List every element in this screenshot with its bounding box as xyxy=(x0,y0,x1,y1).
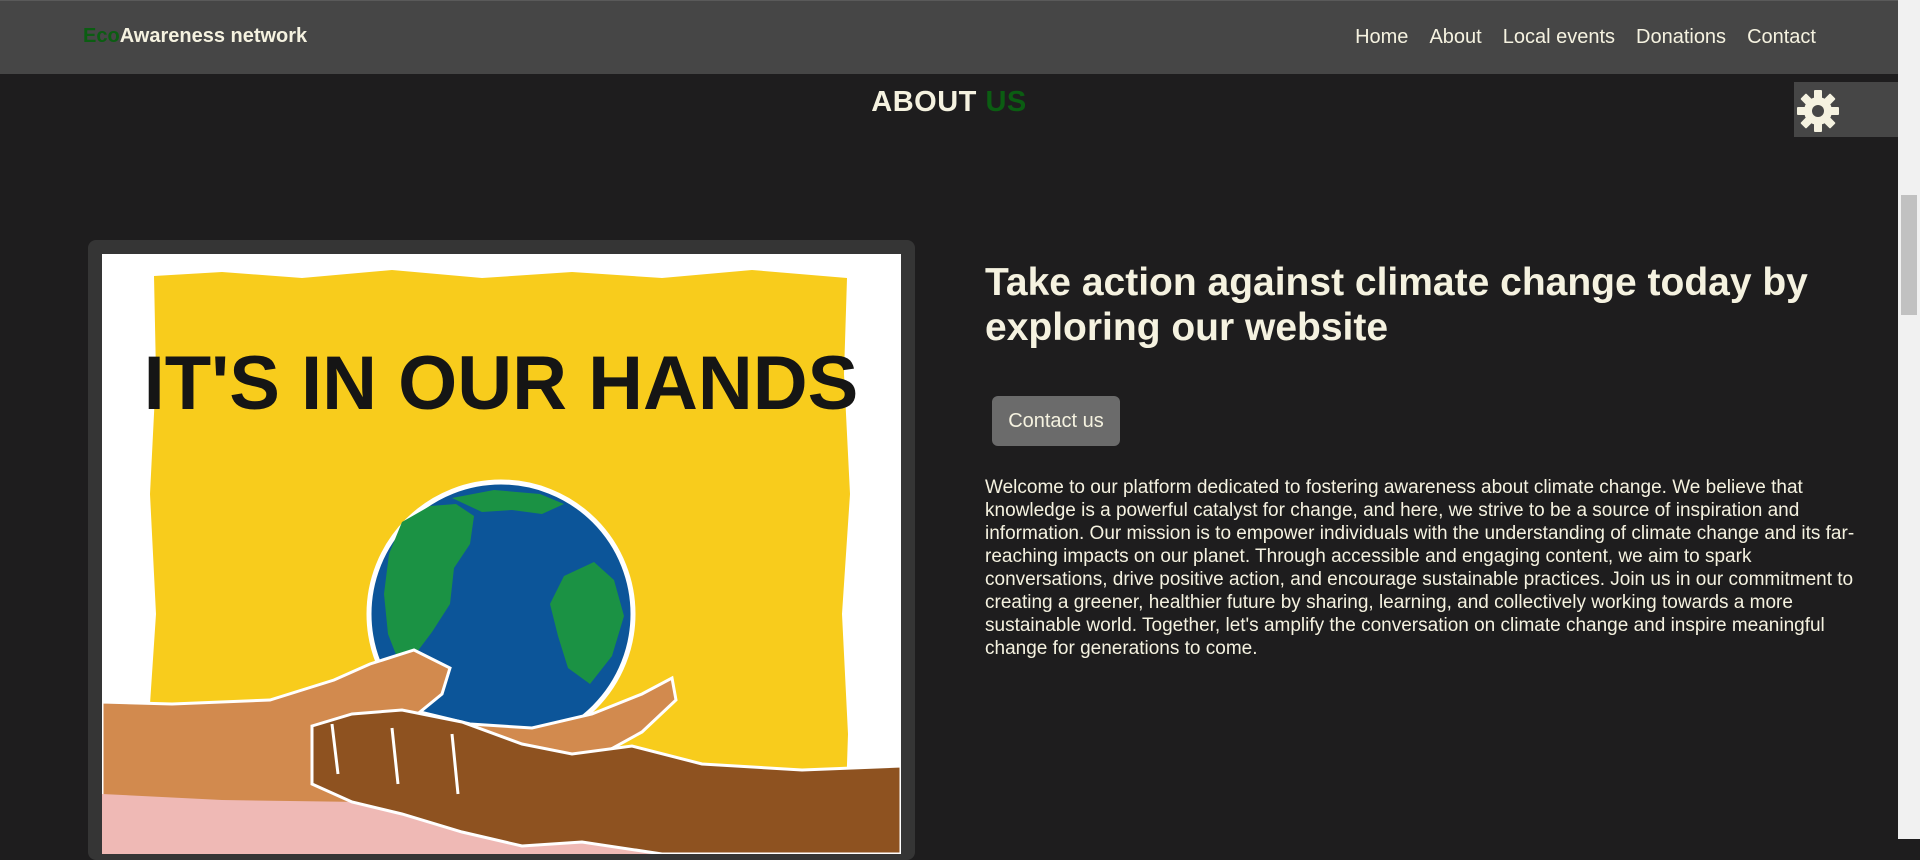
brand-logo[interactable]: EcoAwareness network xyxy=(83,25,307,48)
nav-home-link[interactable]: Home xyxy=(1355,26,1408,49)
scrollbar-thumb[interactable] xyxy=(1901,195,1917,315)
poster-image: IT'S IN OUR HANDS xyxy=(102,254,901,854)
vertical-scrollbar[interactable] xyxy=(1898,0,1920,839)
nav-local-events-link[interactable]: Local events xyxy=(1503,26,1615,49)
hero-headline: Take action against climate change today… xyxy=(985,261,1808,349)
page-title-accent: US xyxy=(985,86,1027,118)
nav-donations-link[interactable]: Donations xyxy=(1636,26,1726,49)
nav-links: Home About Local events Donations Contac… xyxy=(1355,26,1816,49)
top-navbar: EcoAwareness network Home About Local ev… xyxy=(0,0,1898,74)
nav-contact-link[interactable]: Contact xyxy=(1747,26,1816,49)
brand-name: Awareness network xyxy=(119,25,308,47)
contact-us-button[interactable]: Contact us xyxy=(992,396,1120,446)
image-card: IT'S IN OUR HANDS xyxy=(88,240,915,860)
page-title: ABOUT US xyxy=(0,86,1898,119)
brand-accent: Eco xyxy=(83,25,120,47)
about-description: Welcome to our platform dedicated to fos… xyxy=(985,477,1855,659)
globe-in-hands-illustration: IT'S IN OUR HANDS xyxy=(102,254,901,854)
page-title-main: ABOUT xyxy=(871,86,986,118)
settings-button[interactable] xyxy=(1794,82,1898,137)
poster-text: IT'S IN OUR HANDS xyxy=(144,341,859,426)
nav-about-link[interactable]: About xyxy=(1429,26,1481,49)
gear-icon xyxy=(1797,90,1839,132)
